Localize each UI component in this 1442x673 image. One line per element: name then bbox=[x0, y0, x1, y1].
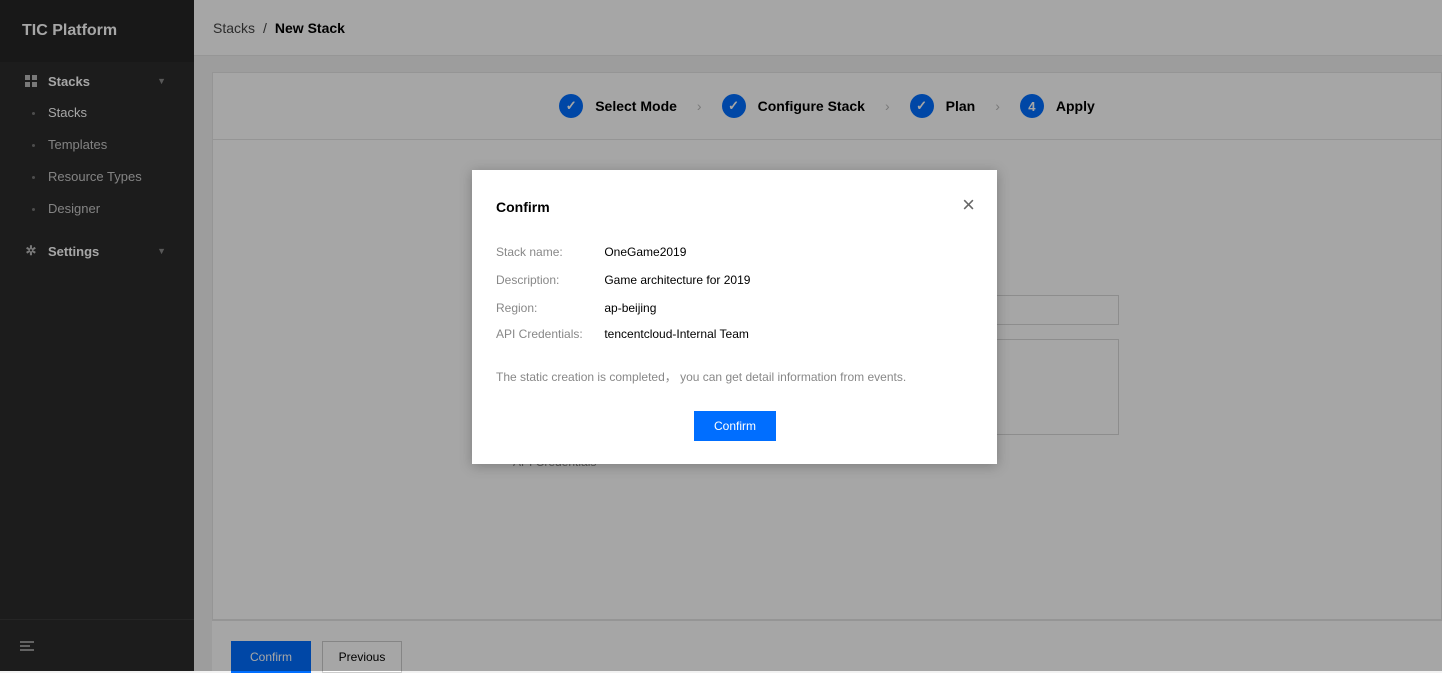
dialog-confirm-button[interactable]: Confirm bbox=[694, 411, 776, 441]
close-icon[interactable]: × bbox=[962, 194, 975, 216]
detail-value: Game architecture for 2019 bbox=[604, 273, 751, 287]
detail-row-region: Region: ap-beijing bbox=[496, 301, 656, 315]
detail-key: Region: bbox=[496, 301, 538, 315]
detail-value: OneGame2019 bbox=[604, 245, 687, 259]
detail-key: Stack name: bbox=[496, 245, 563, 259]
detail-key: Description: bbox=[496, 273, 560, 287]
confirm-dialog: Confirm × Stack name: OneGame2019 Descri… bbox=[472, 170, 997, 464]
detail-value: ap-beijing bbox=[604, 301, 657, 315]
detail-row-api-credentials: API Credentials: tencentcloud-Internal T… bbox=[496, 327, 749, 341]
detail-key: API Credentials: bbox=[496, 327, 583, 341]
detail-row-description: Description: Game architecture for 2019 bbox=[496, 273, 750, 287]
dialog-message: The static creation is completed， you ca… bbox=[496, 370, 907, 384]
dialog-title: Confirm bbox=[496, 199, 550, 215]
detail-value: tencentcloud-Internal Team bbox=[604, 327, 749, 341]
detail-row-stack-name: Stack name: OneGame2019 bbox=[496, 245, 686, 259]
